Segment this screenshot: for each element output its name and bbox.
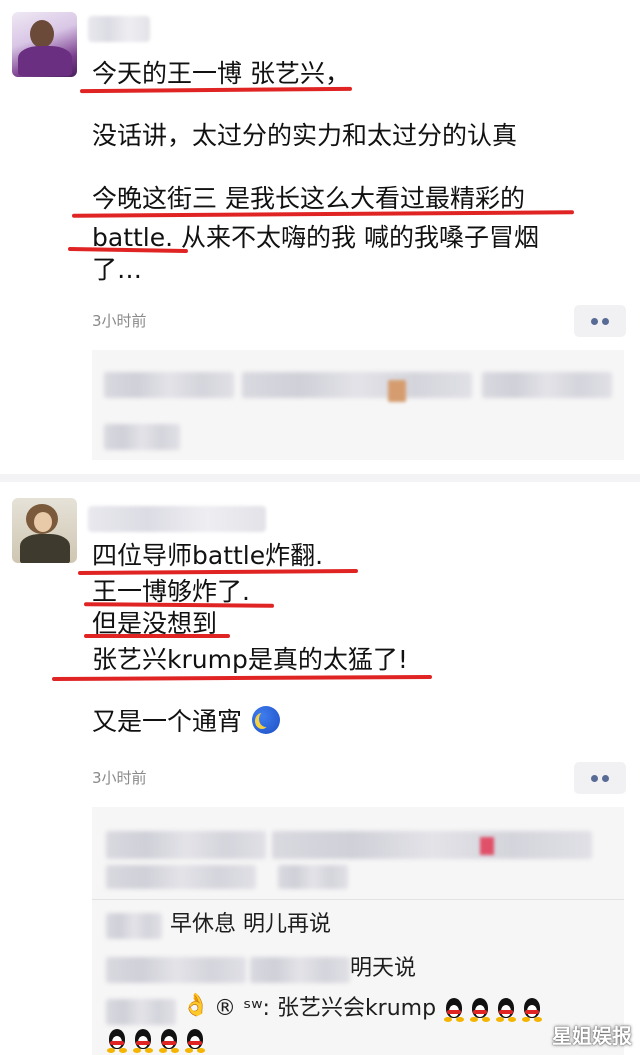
likes-row-red-blur xyxy=(480,837,494,855)
comment-author-blurred[interactable] xyxy=(106,999,176,1025)
likes-row-blurred-3 xyxy=(106,865,256,889)
comment-area: 早休息 明儿再说 明天说 👌 ® ˢʷ: 张艺兴会krump xyxy=(92,807,624,1055)
comment-text-1: 早休息 明儿再说 xyxy=(170,912,331,937)
ok-hand-emoji-icon: 👌 xyxy=(182,993,210,1018)
post-text-line-2: 没话讲，太过分的实力和太过分的认真 xyxy=(92,121,518,150)
comment-mid-blurred xyxy=(250,957,350,983)
comment-text-3-text: ® ˢʷ: 张艺兴会krump xyxy=(214,996,437,1021)
qq-penguin-icon xyxy=(443,996,465,1022)
avatar[interactable] xyxy=(12,12,77,77)
comment-author-blurred[interactable] xyxy=(106,957,246,983)
likes-divider xyxy=(92,899,624,900)
highlight-underline-3 xyxy=(84,634,230,638)
highlight-underline-1 xyxy=(77,569,359,575)
avatar[interactable] xyxy=(12,498,77,563)
moon-crescent xyxy=(259,711,273,727)
moon-emoji-icon xyxy=(251,706,280,734)
comment-text-3: ® ˢʷ: 张艺兴会krump xyxy=(214,995,547,1023)
more-icon[interactable] xyxy=(574,305,626,337)
likes-row-blurred-4 xyxy=(278,865,348,889)
avatar-cloth xyxy=(18,46,72,76)
avatar-figure xyxy=(30,20,54,48)
avatar-body xyxy=(20,534,70,563)
likes-row-blurred-1 xyxy=(106,831,266,859)
post-time: 3小时前 xyxy=(92,312,147,330)
comment-text-2: 明天说 xyxy=(350,956,417,981)
comment-3-penguins-row2 xyxy=(106,1027,210,1053)
qq-penguin-icon xyxy=(158,1027,180,1053)
post-text-line-1: 四位导师battle炸翻. xyxy=(92,541,324,570)
username-blurred[interactable] xyxy=(88,16,150,42)
post-text-line-5: 了… xyxy=(92,255,143,284)
avatar-face xyxy=(34,512,52,532)
blurred-comment-3 xyxy=(482,372,612,398)
qq-penguin-icon xyxy=(184,1027,206,1053)
comment-author-blurred[interactable] xyxy=(106,913,162,939)
highlight-underline-4 xyxy=(51,675,433,681)
blurred-comment-1 xyxy=(104,372,234,398)
qq-penguin-icon xyxy=(521,996,543,1022)
more-icon[interactable] xyxy=(574,762,626,794)
post-divider xyxy=(0,474,640,482)
username-blurred[interactable] xyxy=(88,506,266,532)
qq-penguin-icon xyxy=(469,996,491,1022)
post-text-line-5-text: 又是一个通宵 xyxy=(92,707,243,736)
post-text-line-5: 又是一个通宵 xyxy=(92,706,280,738)
blurred-comment-4 xyxy=(104,424,180,450)
moment-post-1: 今天的王一博 张艺兴， 没话讲，太过分的实力和太过分的认真 今晚这街三 是我长这… xyxy=(0,0,640,470)
post-time: 3小时前 xyxy=(92,769,147,787)
watermark: 星姐娱报 xyxy=(552,1024,632,1048)
blurred-comment-2 xyxy=(242,372,472,398)
blurred-thumb xyxy=(388,380,406,402)
qq-penguin-icon xyxy=(495,996,517,1022)
comment-area xyxy=(92,350,624,460)
qq-penguin-icon xyxy=(132,1027,154,1053)
post-text-line-1: 今天的王一博 张艺兴， xyxy=(92,59,350,88)
qq-penguin-icon xyxy=(106,1027,128,1053)
moment-post-2: 四位导师battle炸翻. 王一博够炸了. 但是没想到 张艺兴krump是真的太… xyxy=(0,482,640,1055)
likes-row-blurred-2 xyxy=(272,831,592,859)
post-text-line-4: 张艺兴krump是真的太猛了! xyxy=(92,645,408,674)
